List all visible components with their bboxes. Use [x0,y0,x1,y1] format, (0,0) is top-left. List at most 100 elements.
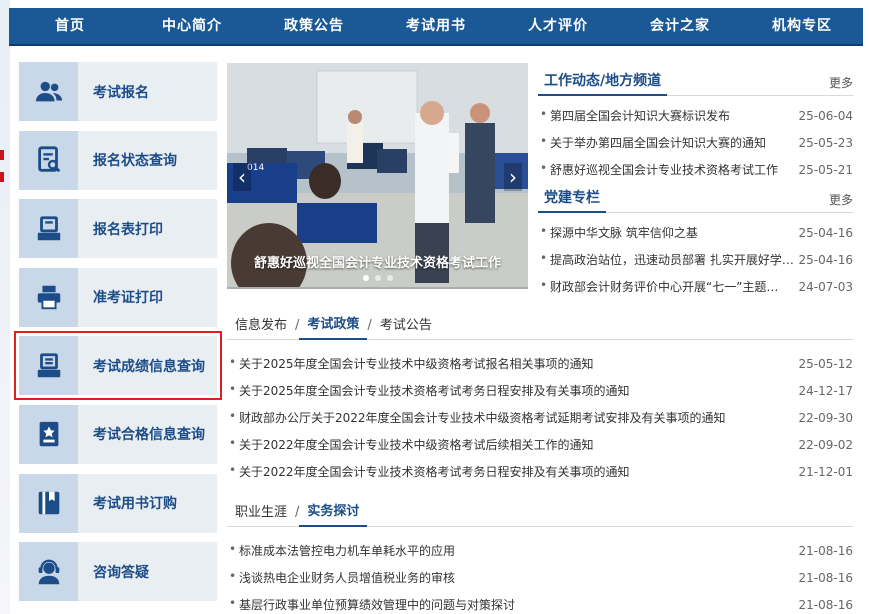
news-link[interactable]: 舒惠好巡视全国会计专业技术资格考试工作 [538,161,797,178]
menu-label: 考试报名 [93,84,149,101]
news-date: 24-07-03 [798,279,853,294]
users-icon [19,62,78,121]
news-link[interactable]: 探源中华文脉 筑牢信仰之基 [538,224,797,241]
list-item: 提高政治站位，迅速动员部署 扎实开展好学…25-04-16 [538,246,853,273]
article-link[interactable]: 浅谈热电企业财务人员增值税业务的审核 [227,569,783,586]
nav-home[interactable]: 首页 [9,7,131,45]
menu-registration-status[interactable]: 报名状态查询 [19,130,217,190]
news-link[interactable]: 提高政治站位，迅速动员部署 扎实开展好学… [538,251,797,268]
menu-label: 准考证打印 [93,290,163,307]
work-news-more-link[interactable]: 更多 [829,74,853,95]
policy-link[interactable]: 关于2022年度全国会计专业技术资格考试考务日程安排及有关事项的通知 [227,463,783,480]
nav-accountant-home[interactable]: 会计之家 [619,7,741,45]
work-news-block: 工作动态/地方频道 更多 第四届全国会计知识大赛标识发布25-06-04 关于举… [538,68,853,183]
practice-section: 职业生涯 / 实务探讨 标准成本法管控电力机车单耗水平的应用 21-08-16 浅… [227,497,853,614]
list-item: 关于2025年度全国会计专业技术资格考试考务日程安排及有关事项的通知 24-12-… [227,377,853,404]
carousel-next-icon[interactable]: › [504,163,522,191]
party-news-more-link[interactable]: 更多 [829,191,853,212]
menu-book-order[interactable]: 考试用书订购 [19,473,217,533]
carousel-dot[interactable] [362,275,369,281]
left-decoration [0,0,10,614]
party-news-block: 党建专栏 更多 探源中华文脉 筑牢信仰之基25-04-16 提高政治站位，迅速动… [538,185,853,300]
news-link[interactable]: 财政部会计财务评价中心开展“七一”主题… [538,278,797,295]
news-carousel[interactable]: 014 ‹ › 舒惠好巡视全国会计专业技术资格考试工作 [227,63,528,289]
carousel-dot[interactable] [386,275,393,281]
policy-tabs: 信息发布 / 考试政策 / 考试公告 [227,310,853,340]
book-icon [19,473,78,533]
support-agent-icon [19,542,78,602]
list-item: 关于2025年度全国会计专业技术中级资格考试报名相关事项的通知 25-05-12 [227,350,853,377]
inbox-icon [19,336,78,396]
menu-consultation[interactable]: 咨询答疑 [19,542,217,602]
print-tray-icon [19,199,78,259]
carousel-prev-icon[interactable]: ‹ [233,163,251,191]
policy-link[interactable]: 财政部办公厅关于2022年度全国会计专业技术中级资格考试延期考试安排及有关事项的… [227,409,783,426]
news-link[interactable]: 第四届全国会计知识大赛标识发布 [538,107,797,124]
tab-info-release[interactable]: 信息发布 [227,314,295,339]
article-date: 21-08-16 [798,543,853,558]
party-news-title[interactable]: 党建专栏 [538,187,606,213]
list-item: 标准成本法管控电力机车单耗水平的应用 21-08-16 [227,537,853,564]
menu-label: 报名表打印 [93,221,163,238]
decoration-mark [0,150,4,160]
menu-label: 考试成绩信息查询 [93,358,205,375]
tab-exam-policy[interactable]: 考试政策 [299,313,368,340]
article-link[interactable]: 标准成本法管控电力机车单耗水平的应用 [227,542,783,559]
policy-link[interactable]: 关于2025年度全国会计专业技术资格考试考务日程安排及有关事项的通知 [227,382,783,399]
menu-exam-registration[interactable]: 考试报名 [19,62,217,121]
menu-label: 考试合格信息查询 [93,427,205,444]
menu-label: 咨询答疑 [93,564,149,581]
list-item: 浅谈热电企业财务人员增值税业务的审核 21-08-16 [227,564,853,591]
nav-books[interactable]: 考试用书 [375,7,497,45]
article-link[interactable]: 基层行政事业单位预算绩效管理中的问题与对策探讨 [227,596,783,613]
nav-policy[interactable]: 政策公告 [253,7,375,45]
menu-label: 报名状态查询 [93,153,177,170]
news-date: 25-04-16 [798,252,853,267]
article-date: 21-08-16 [798,570,853,585]
list-item: 舒惠好巡视全国会计专业技术资格考试工作25-05-21 [538,156,853,183]
policy-link[interactable]: 关于2025年度全国会计专业技术中级资格考试报名相关事项的通知 [227,355,783,372]
carousel-dots [227,275,528,281]
news-date: 25-04-16 [798,225,853,240]
tab-exam-notice[interactable]: 考试公告 [372,314,440,339]
decoration-mark [0,172,4,182]
menu-registration-print[interactable]: 报名表打印 [19,199,217,259]
news-link[interactable]: 关于举办第四届全国会计知识大赛的通知 [538,134,797,151]
list-item: 财政部办公厅关于2022年度全国会计专业技术中级资格考试延期考试安排及有关事项的… [227,404,853,431]
menu-qualification-query[interactable]: 考试合格信息查询 [19,404,217,464]
policy-date: 24-12-17 [798,383,853,398]
tab-career[interactable]: 职业生涯 [227,501,295,526]
practice-tabs: 职业生涯 / 实务探讨 [227,497,853,527]
tab-practice[interactable]: 实务探讨 [299,500,368,527]
policy-section: 信息发布 / 考试政策 / 考试公告 关于2025年度全国会计专业技术中级资格考… [227,310,853,485]
policy-date: 25-05-12 [798,356,853,371]
policy-date: 22-09-30 [798,410,853,425]
policy-date: 21-12-01 [798,464,853,479]
printer-icon [19,267,78,327]
menu-admission-print[interactable]: 准考证打印 [19,267,217,327]
list-item: 财政部会计财务评价中心开展“七一”主题…24-07-03 [538,273,853,300]
list-item: 关于举办第四届全国会计知识大赛的通知25-05-23 [538,129,853,156]
menu-label: 考试用书订购 [93,496,177,513]
carousel-dot[interactable] [374,275,381,281]
nav-about[interactable]: 中心简介 [131,7,253,45]
list-item: 关于2022年度全国会计专业技术中级资格考试后续相关工作的通知 22-09-02 [227,431,853,458]
badge-icon [19,404,78,464]
left-menu: 考试报名 报名状态查询 报名表打印 准考证打印 考试成绩信息查询 考试合格信息查… [14,62,222,611]
work-news-title[interactable]: 工作动态/地方频道 [538,70,668,96]
policy-link[interactable]: 关于2022年度全国会计专业技术中级资格考试后续相关工作的通知 [227,436,783,453]
news-date: 25-05-21 [798,162,853,177]
nav-institution[interactable]: 机构专区 [741,7,863,45]
document-search-icon [19,130,78,190]
list-item: 基层行政事业单位预算绩效管理中的问题与对策探讨 21-08-16 [227,591,853,614]
news-date: 25-05-23 [798,135,853,150]
article-date: 21-08-16 [798,597,853,612]
menu-score-query[interactable]: 考试成绩信息查询 [14,331,222,401]
nav-talent[interactable]: 人才评价 [497,7,619,45]
top-navigation: 首页 中心简介 政策公告 考试用书 人才评价 会计之家 机构专区 [9,8,863,46]
policy-date: 22-09-02 [798,437,853,452]
list-item: 第四届全国会计知识大赛标识发布25-06-04 [538,102,853,129]
list-item: 探源中华文脉 筑牢信仰之基25-04-16 [538,219,853,246]
carousel-caption[interactable]: 舒惠好巡视全国会计专业技术资格考试工作 [227,252,528,271]
news-date: 25-06-04 [798,108,853,123]
